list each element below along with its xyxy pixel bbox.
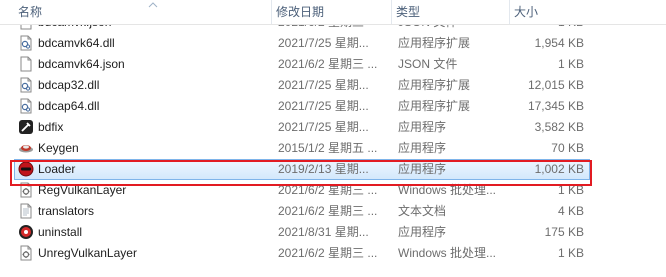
batch-file-icon — [18, 245, 34, 261]
column-header-date[interactable]: 修改日期 — [272, 0, 392, 24]
file-size: 1,954 KB — [534, 36, 584, 50]
file-date: 2021/6/2 星期三 ... — [278, 204, 378, 218]
file-type: 应用程序扩展 — [398, 78, 471, 92]
sort-ascending-icon — [148, 2, 158, 8]
file-row[interactable]: Keygen 2015/1/2 星期五 ... 应用程序 70 KB — [0, 138, 666, 159]
file-name: bdcap64.dll — [38, 99, 100, 113]
file-row[interactable]: uninstall 2021/8/31 星期... 应用程序 175 KB — [0, 222, 666, 243]
file-size: 175 KB — [544, 225, 584, 239]
file-date: 2015/1/2 星期五 ... — [278, 141, 378, 155]
file-name: bdcamvk64.dll — [38, 36, 115, 50]
red-highlight-box — [10, 160, 592, 186]
file-row[interactable]: bdcamvk64.json 2021/6/2 星期三 ... JSON 文件 1 K… — [0, 54, 666, 75]
file-size: 1 KB — [557, 57, 584, 71]
file-row[interactable]: bdcamvk64.dll 2021/7/25 星期... 应用程序扩展 1,954 … — [0, 33, 666, 54]
file-date: 2021/7/25 星期... — [278, 120, 369, 134]
file-row[interactable]: bdcap64.dll 2021/7/25 星期... 应用程序扩展 17,345 K… — [0, 96, 666, 117]
file-name: bdcap32.dll — [38, 78, 100, 92]
keygen-app-icon — [18, 140, 34, 156]
column-header-date-label: 修改日期 — [276, 5, 325, 19]
file-row[interactable]: translators 2021/6/2 星期三 ... 文本文档 4 KB — [0, 201, 666, 222]
file-row[interactable]: bdfix 2021/7/25 星期... 应用程序 3,582 KB — [0, 117, 666, 138]
file-date: 2021/7/25 星期... — [278, 78, 369, 92]
file-type: 应用程序 — [398, 225, 447, 239]
file-name: UnregVulkanLayer — [38, 246, 137, 260]
file-name: bdfix — [38, 120, 64, 134]
file-size: 3,582 KB — [534, 120, 584, 134]
file-date: 2021/7/25 星期... — [278, 99, 369, 113]
column-header-type[interactable]: 类型 — [392, 0, 510, 24]
text-file-icon — [18, 203, 34, 219]
file-date: 2021/6/2 星期三 ... — [278, 57, 378, 71]
file-type: 应用程序扩展 — [398, 99, 471, 113]
file-date: 2021/8/31 星期... — [278, 225, 369, 239]
uninstall-app-icon — [18, 224, 34, 240]
file-name: translators — [38, 204, 95, 218]
file-size: 1 KB — [557, 246, 584, 260]
column-header-bar: 名称 修改日期 类型 大小 — [0, 0, 666, 25]
dll-icon — [18, 98, 34, 114]
column-header-name[interactable]: 名称 — [14, 0, 272, 24]
file-size: 12,015 KB — [527, 78, 584, 92]
file-size: 70 KB — [551, 141, 584, 155]
column-header-name-label: 名称 — [18, 5, 43, 19]
bdfix-app-icon — [18, 119, 34, 135]
file-name: Keygen — [38, 141, 79, 155]
file-row[interactable]: UnregVulkanLayer 2021/6/2 星期三 ... Windows … — [0, 243, 666, 264]
dll-icon — [18, 77, 34, 93]
file-type: Windows 批处理... — [398, 246, 497, 260]
dll-icon — [18, 35, 34, 51]
file-date: 2021/6/2 星期三 ... — [278, 246, 378, 260]
file-type: 应用程序扩展 — [398, 36, 471, 50]
file-date: 2021/7/25 星期... — [278, 36, 369, 50]
file-type: 应用程序 — [398, 141, 447, 155]
file-type: 文本文档 — [398, 204, 447, 218]
file-size: 4 KB — [557, 204, 584, 218]
file-row[interactable]: bdcap32.dll 2021/7/25 星期... 应用程序扩展 12,015 K… — [0, 75, 666, 96]
json-file-icon — [18, 56, 34, 72]
column-header-type-label: 类型 — [396, 5, 421, 19]
file-type: 应用程序 — [398, 120, 447, 134]
file-type: JSON 文件 — [398, 57, 458, 71]
file-name: uninstall — [38, 225, 83, 239]
file-name: bdcamvk64.json — [38, 57, 125, 71]
column-header-size-label: 大小 — [514, 5, 539, 19]
column-header-size[interactable]: 大小 — [510, 0, 590, 24]
file-size: 17,345 KB — [527, 99, 584, 113]
